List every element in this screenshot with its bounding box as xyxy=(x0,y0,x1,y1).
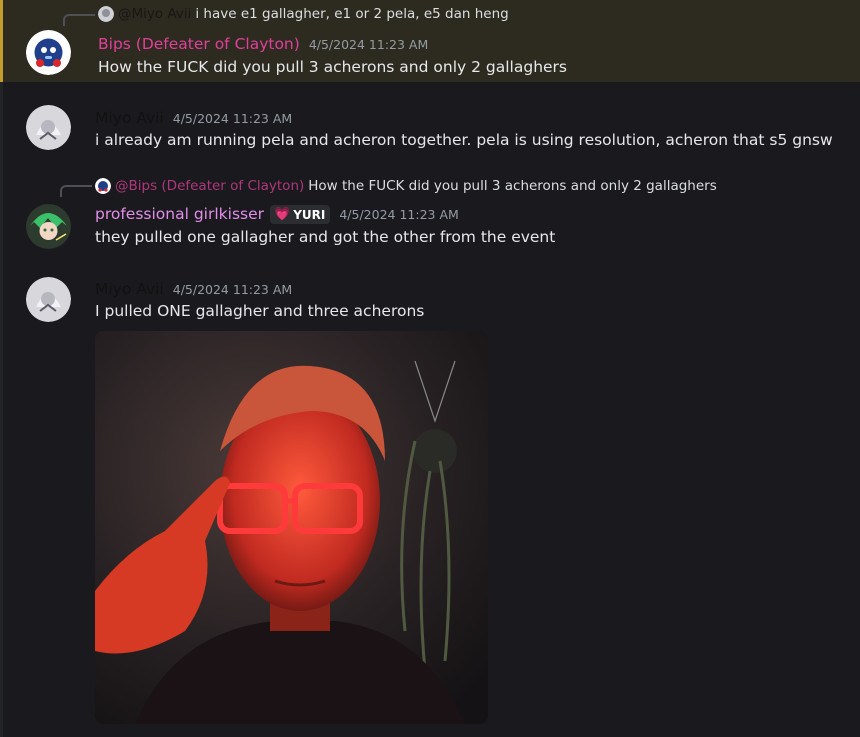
message-header: professional girlkisser 💗 YURI 4/5/2024 … xyxy=(95,205,459,225)
message-bips[interactable]: @Miyo Avii i have e1 gallagher, e1 or 2 … xyxy=(0,0,860,82)
message-header: Miyo Avii 4/5/2024 11:23 AM xyxy=(95,280,292,298)
girlkisser-avatar-icon xyxy=(26,204,71,249)
role-tag[interactable]: 💗 YURI xyxy=(270,205,331,224)
author-name[interactable]: Miyo Avii xyxy=(95,109,164,127)
timestamp[interactable]: 4/5/2024 11:23 AM xyxy=(173,282,292,297)
message-text: How the FUCK did you pull 3 acherons and… xyxy=(98,58,567,76)
timestamp[interactable]: 4/5/2024 11:23 AM xyxy=(173,111,292,126)
author-name[interactable]: professional girlkisser xyxy=(95,205,264,223)
reply-author[interactable]: @Bips (Defeater of Clayton) xyxy=(115,178,304,194)
author-name[interactable]: Bips (Defeater of Clayton) xyxy=(98,35,300,53)
reply-author[interactable]: @Miyo Avii xyxy=(118,6,191,22)
role-tag-label: YURI xyxy=(293,207,326,222)
attachment-photo xyxy=(95,331,488,724)
author-name[interactable]: Miyo Avii xyxy=(95,280,164,298)
message-text: I pulled ONE gallagher and three acheron… xyxy=(95,302,425,320)
avatar-girlkisser[interactable] xyxy=(26,204,71,249)
reply-text: How the FUCK did you pull 3 acherons and… xyxy=(308,178,717,194)
message-text: i already am running pela and acheron to… xyxy=(95,131,833,149)
message-miyo-1[interactable]: Miyo Avii 4/5/2024 11:23 AM i already am… xyxy=(0,100,860,160)
avatar-miyo[interactable] xyxy=(26,277,71,322)
message-header: Bips (Defeater of Clayton) 4/5/2024 11:2… xyxy=(98,35,428,53)
message-girlkisser[interactable]: @Bips (Defeater of Clayton) How the FUCK… xyxy=(0,172,860,252)
message-header: Miyo Avii 4/5/2024 11:23 AM xyxy=(95,109,292,127)
reply-avatar-miyo xyxy=(98,6,114,22)
reply-preview[interactable]: @Bips (Defeater of Clayton) How the FUCK… xyxy=(95,178,717,194)
timestamp[interactable]: 4/5/2024 11:23 AM xyxy=(339,207,458,222)
miyo-avatar-icon xyxy=(26,277,71,322)
reply-preview[interactable]: @Miyo Avii i have e1 gallagher, e1 or 2 … xyxy=(98,6,509,22)
bips-avatar-icon xyxy=(26,30,71,75)
reply-text: i have e1 gallagher, e1 or 2 pela, e5 da… xyxy=(195,6,509,22)
reply-avatar-bips xyxy=(95,178,111,194)
reply-connector xyxy=(60,185,92,197)
message-text: they pulled one gallagher and got the ot… xyxy=(95,228,556,246)
timestamp[interactable]: 4/5/2024 11:23 AM xyxy=(309,37,428,52)
reply-connector xyxy=(63,14,95,26)
avatar-miyo[interactable] xyxy=(26,105,71,150)
avatar-bips[interactable] xyxy=(26,30,71,75)
heart-icon: 💗 xyxy=(274,207,291,222)
miyo-avatar-icon xyxy=(26,105,71,150)
image-attachment[interactable] xyxy=(95,331,488,724)
